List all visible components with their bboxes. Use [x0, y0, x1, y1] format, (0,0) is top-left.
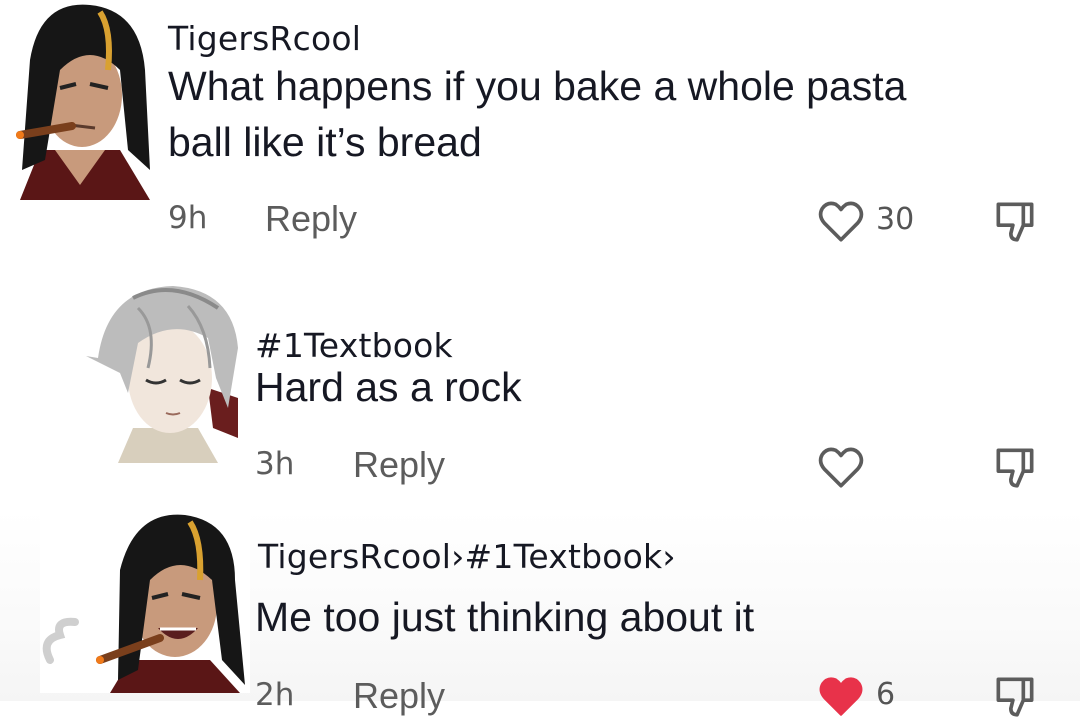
thumbs-down-icon[interactable] [990, 196, 1040, 246]
comment-text-line-2: ball like it’s bread [168, 119, 482, 165]
comment-username[interactable]: TigersRcool›#1Textbook› [258, 537, 676, 576]
like-count: 6 [876, 677, 896, 712]
reply-button[interactable]: Reply [353, 675, 445, 717]
reply-button[interactable]: Reply [265, 198, 357, 240]
comment-text-line-1: Me too just thinking about it [255, 594, 755, 640]
cigar-man-avatar-icon [0, 0, 160, 200]
comment-timestamp: 3h [255, 446, 295, 482]
heart-filled-icon[interactable] [816, 671, 866, 721]
avatar-1textbook[interactable] [78, 278, 250, 463]
cigar-man-laughing-avatar-icon [40, 510, 250, 693]
avatar-tigersrcool[interactable] [0, 0, 160, 200]
comment-username[interactable]: TigersRcool [168, 19, 361, 58]
comment-3: TigersRcool›#1Textbook› Me too just thin… [0, 505, 1080, 717]
comment-1: TigersRcool What happens if you bake a w… [0, 0, 1080, 260]
comment-2: #1Textbook Hard as a rock 3h Reply [0, 270, 1080, 500]
reply-button[interactable]: Reply [353, 444, 445, 486]
avatar-tigersrcool[interactable] [40, 510, 250, 693]
silver-hair-avatar-icon [78, 278, 250, 463]
comment-timestamp: 2h [255, 677, 295, 713]
heart-outline-icon[interactable] [816, 196, 866, 246]
like-count: 30 [876, 202, 915, 237]
thumbs-down-icon[interactable] [990, 442, 1040, 492]
thumbs-down-icon[interactable] [990, 671, 1040, 721]
comment-text-line-1: Hard as a rock [255, 364, 522, 410]
comment-timestamp: 9h [168, 200, 208, 236]
comment-text-line-1: What happens if you bake a whole pasta [168, 63, 907, 109]
heart-outline-icon[interactable] [816, 442, 866, 492]
